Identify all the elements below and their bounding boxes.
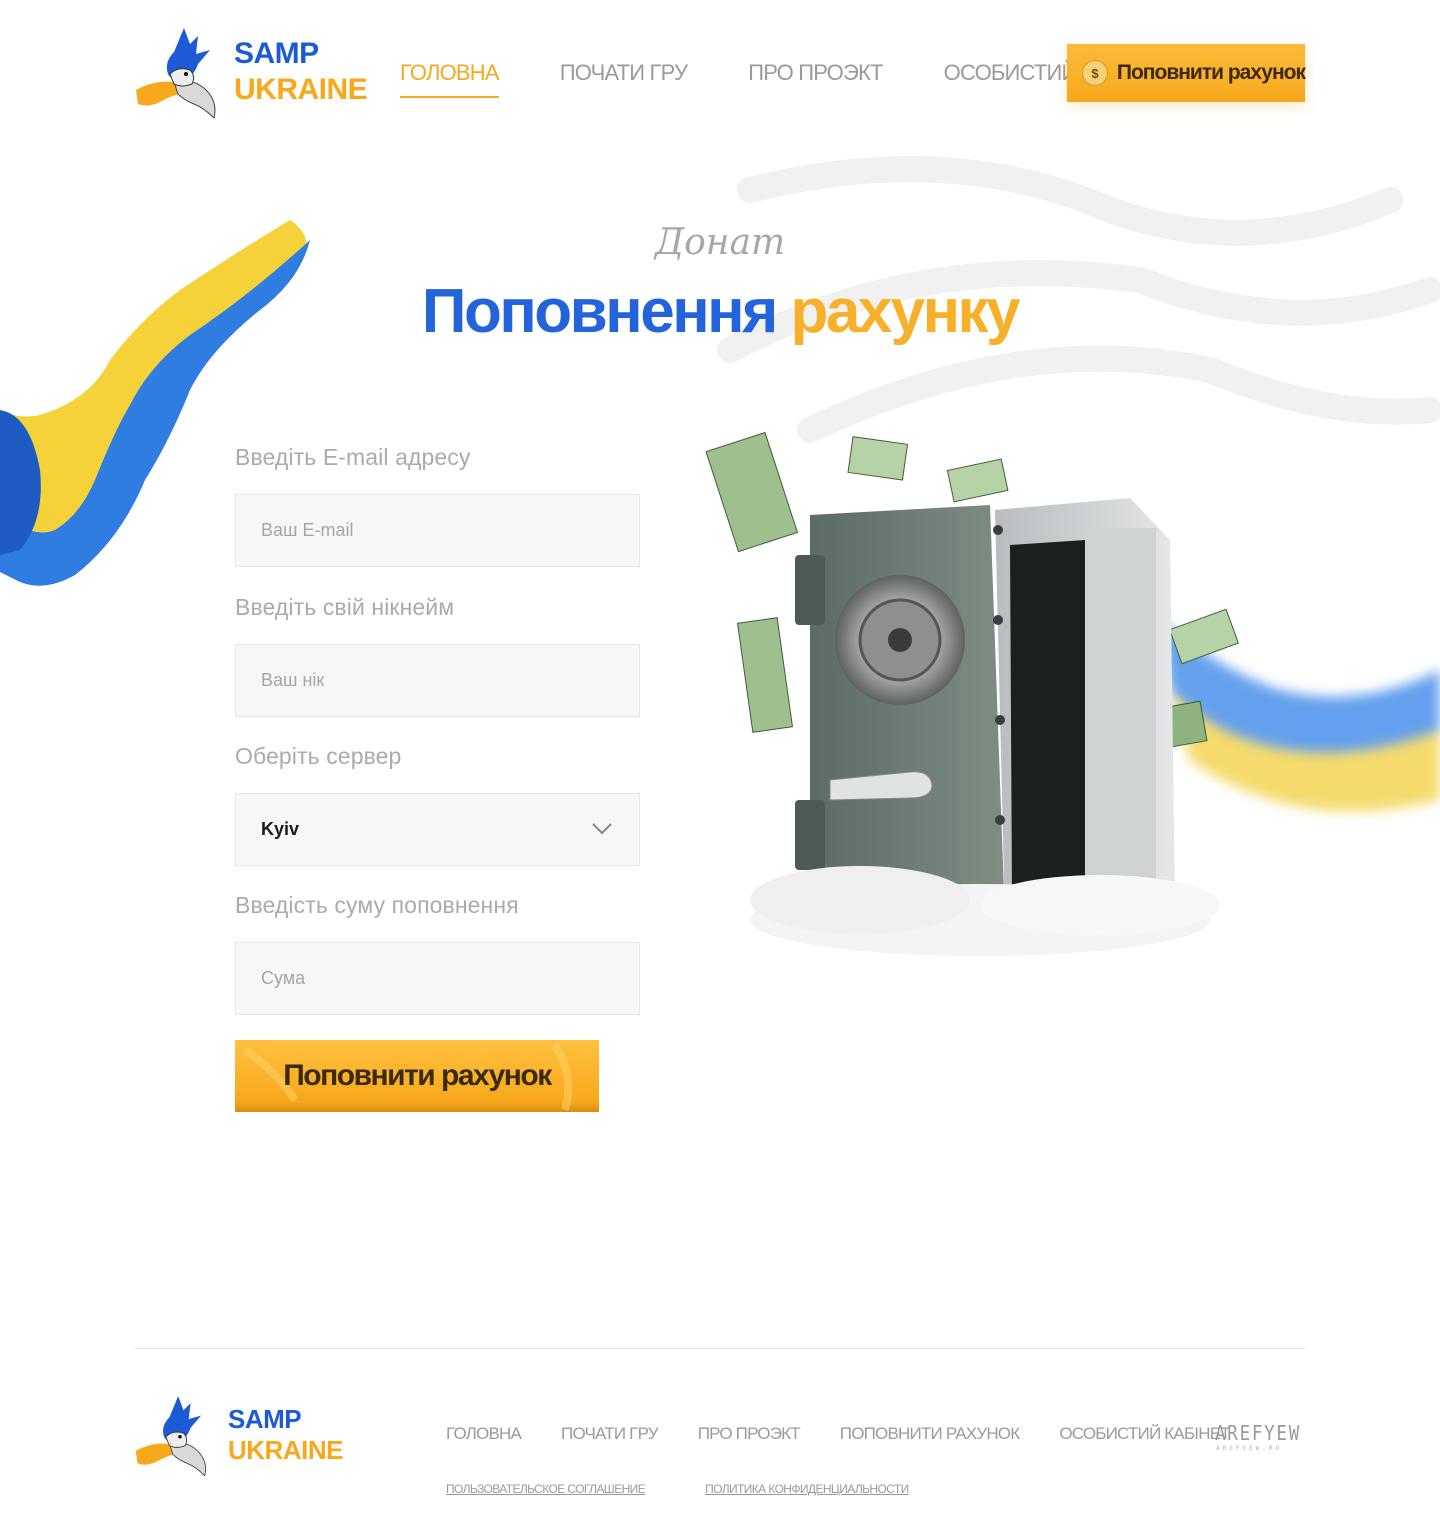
logo-wordmark: SAMP UKRAINE <box>234 36 368 108</box>
footer-nav-account[interactable]: Особистий кабінет <box>1059 1424 1230 1444</box>
footer-logo-line-ukraine: UKRAINE <box>228 1435 343 1465</box>
footer-logo[interactable]: SAMP UKRAINE <box>134 1392 343 1478</box>
footer-nav-start-game[interactable]: Почати гру <box>561 1424 659 1444</box>
page-subtitle: Донат <box>654 222 786 263</box>
header-topup-label: Поповнити рахунок <box>1116 61 1306 84</box>
footer-nav-topup[interactable]: Поповнити рахунок <box>840 1424 1020 1444</box>
footer-logo-line-samp: SAMP <box>228 1404 302 1434</box>
server-selected-value: Kyiv <box>261 819 300 839</box>
chevron-down-icon <box>592 823 612 835</box>
footer-nav-about[interactable]: Про проэкт <box>698 1424 801 1444</box>
bird-logo-icon <box>135 1396 207 1477</box>
email-label: Введіть E-mail адресу <box>235 444 471 470</box>
site-logo[interactable]: SAMP UKRAINE <box>134 24 368 120</box>
dollar-coin-icon: $ <box>1082 60 1108 86</box>
email-field-box <box>235 494 640 567</box>
nav-item-start-game[interactable]: Почати гру <box>560 60 688 98</box>
user-agreement-link[interactable]: Пользовательское соглашение <box>446 1482 646 1496</box>
amount-field-box <box>235 942 640 1015</box>
footer-logo-wordmark: SAMP UKRAINE <box>228 1404 343 1466</box>
nickname-label: Введіть свій нікнейм <box>235 594 455 620</box>
server-select[interactable]: Kyiv <box>235 793 640 866</box>
footer-legal-links: Пользовательское соглашение Политика кон… <box>446 1482 969 1496</box>
nickname-field-box <box>235 644 640 717</box>
logo-line-samp: SAMP <box>234 37 319 70</box>
footer-divider <box>135 1348 1305 1349</box>
submit-topup-label: Поповнити рахунок <box>283 1059 552 1092</box>
studio-logo[interactable]: AREFYEW AREFYEW.RU <box>1215 1418 1305 1452</box>
bird-logo-icon <box>136 28 216 119</box>
email-input[interactable] <box>236 495 639 566</box>
nav-item-about[interactable]: Про проэкт <box>748 60 883 98</box>
logo-line-ukraine: UKRAINE <box>234 73 368 106</box>
footer-nav-home[interactable]: Головна <box>446 1424 522 1444</box>
amount-label: Введість суму поповнення <box>235 892 519 918</box>
header-topup-button[interactable]: $ Поповнити рахунок <box>1067 44 1306 102</box>
title-part-2: рахунку <box>790 277 1021 346</box>
nav-item-home[interactable]: Головна <box>400 60 500 98</box>
submit-topup-button[interactable]: Поповнити рахунок <box>235 1040 599 1112</box>
studio-mark-text: AREFYEW <box>1215 1421 1301 1445</box>
studio-mark-sub: AREFYEW.RU <box>1216 1445 1282 1452</box>
title-part-1: Поповнення <box>421 277 778 346</box>
page-title: Поповнення рахунку <box>0 276 1440 347</box>
footer-nav: Головна Почати гру Про проэкт Поповнити … <box>446 1424 1270 1444</box>
nickname-input[interactable] <box>236 645 639 716</box>
amount-input[interactable] <box>236 943 639 1014</box>
safe-with-money-illustration <box>705 431 1240 956</box>
server-label: Оберіть сервер <box>235 743 402 769</box>
privacy-policy-link[interactable]: Политика конфиденциальности <box>705 1482 909 1496</box>
